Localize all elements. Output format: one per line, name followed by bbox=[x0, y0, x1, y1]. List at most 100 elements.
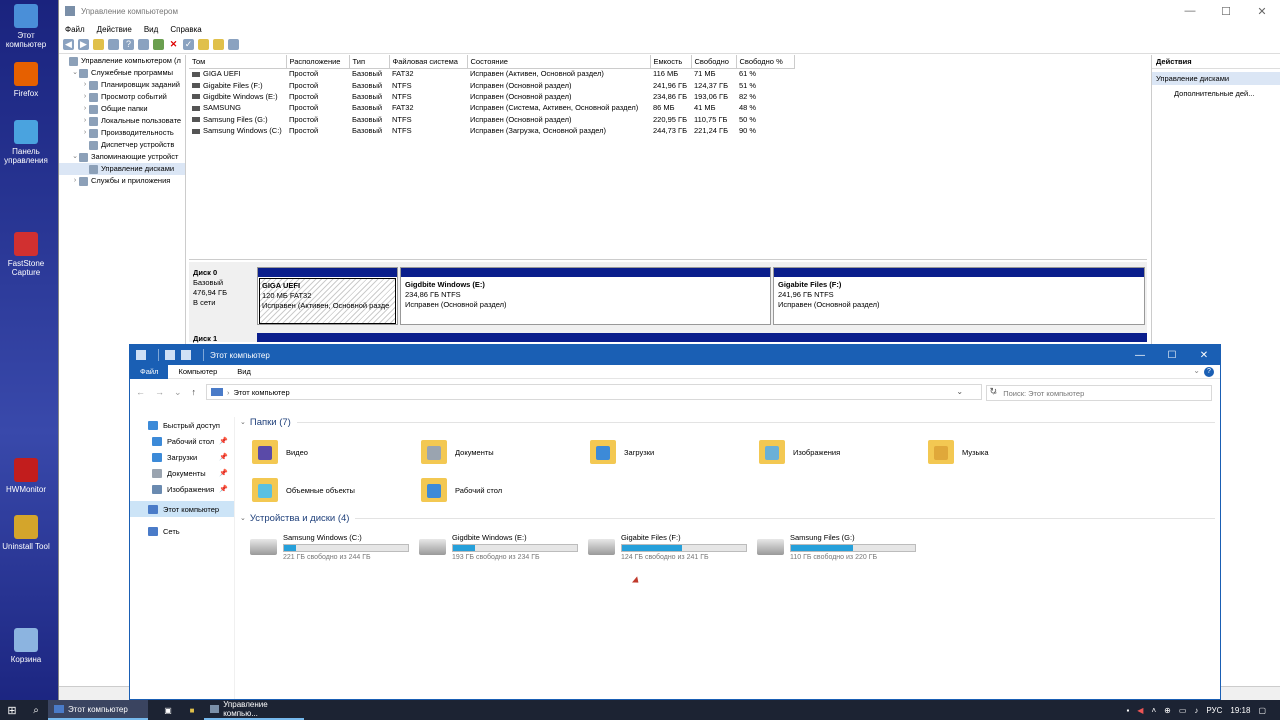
nav-item[interactable]: Изображения 📌 bbox=[130, 481, 234, 497]
tree-item[interactable]: › Службы и приложения bbox=[59, 175, 185, 187]
properties-icon[interactable] bbox=[165, 350, 175, 360]
check-icon[interactable]: ✓ bbox=[183, 39, 194, 50]
address-dropdown-icon[interactable]: ⌄ bbox=[956, 387, 963, 396]
drive-item[interactable]: Samsung Windows (C:) 221 ГБ свободно из 2… bbox=[240, 529, 409, 565]
help-icon[interactable]: ? bbox=[123, 39, 134, 50]
up-folder-icon[interactable] bbox=[93, 39, 104, 50]
table-row[interactable]: Samsung Windows (C:) Простой Базовый NTFS Ис… bbox=[189, 125, 794, 136]
explorer-title-bar[interactable]: Этот компьютер — ☐ ✕ bbox=[130, 345, 1220, 365]
column-header[interactable]: Состояние bbox=[467, 55, 651, 69]
menu-item[interactable]: Файл bbox=[65, 25, 85, 34]
tree-item[interactable]: › Локальные пользовате bbox=[59, 115, 185, 127]
camera-icon[interactable]: ▪ bbox=[1126, 706, 1129, 715]
table-row[interactable]: Samsung Files (G:) Простой Базовый NTFS Испр… bbox=[189, 114, 794, 125]
tree-item[interactable]: ⌄ Запоминающие устройст bbox=[59, 151, 185, 163]
tree-item[interactable]: Управление компьютером (л bbox=[59, 55, 185, 67]
up-arrow-icon[interactable]: ↑ bbox=[192, 387, 197, 397]
forward-arrow-icon[interactable]: → bbox=[155, 387, 164, 397]
desktop-icon[interactable]: HWMonitor bbox=[0, 458, 52, 494]
drives-group-header[interactable]: ⌄ Устройства и диски (4) bbox=[240, 511, 1215, 525]
search-icon[interactable] bbox=[213, 39, 224, 50]
folder-item[interactable]: Загрузки bbox=[578, 433, 747, 471]
table-row[interactable]: Gigabite Files (F:) Простой Базовый NTFS Исп… bbox=[189, 79, 794, 90]
maximize-button[interactable]: ☐ bbox=[1208, 0, 1244, 22]
show-hide-tree-icon[interactable] bbox=[108, 39, 119, 50]
folder-item[interactable]: Рабочий стол bbox=[409, 471, 578, 509]
folder-item[interactable]: Документы bbox=[409, 433, 578, 471]
minimize-button[interactable]: — bbox=[1172, 0, 1208, 22]
maximize-button[interactable]: ☐ bbox=[1156, 345, 1188, 365]
chevron-up-icon[interactable]: ˄ bbox=[1151, 706, 1156, 715]
back-arrow-icon[interactable]: ← bbox=[136, 387, 145, 397]
notifications-icon[interactable]: ▢ bbox=[1258, 706, 1266, 715]
tree-item[interactable]: › Планировщик заданий bbox=[59, 79, 185, 91]
help-icon[interactable]: ? bbox=[1204, 367, 1214, 377]
windows-start-icon[interactable]: ⊞ bbox=[0, 704, 24, 717]
expand-chevron-icon[interactable]: › bbox=[81, 115, 89, 127]
more-actions-item[interactable]: Дополнительные дей... bbox=[1152, 87, 1280, 101]
desktop-icon[interactable]: Корзина bbox=[0, 628, 52, 664]
expand-chevron-icon[interactable]: › bbox=[81, 103, 89, 115]
folder-item[interactable]: Видео bbox=[240, 433, 409, 471]
clock[interactable]: 19:18 bbox=[1230, 706, 1250, 715]
folders-group-header[interactable]: ⌄ Папки (7) bbox=[240, 415, 1215, 429]
disk-1-label[interactable]: Диск 1 bbox=[193, 334, 217, 343]
ribbon-tab[interactable]: Файл bbox=[130, 364, 169, 379]
menu-item[interactable]: Справка bbox=[170, 25, 201, 34]
chevron-down-icon[interactable]: ⌄ bbox=[1193, 366, 1200, 375]
folder-item[interactable]: Объемные объекты bbox=[240, 471, 409, 509]
column-header[interactable]: Свободно % bbox=[736, 55, 795, 69]
column-header[interactable]: Свободно bbox=[691, 55, 737, 69]
tree-item[interactable]: Диспетчер устройств bbox=[59, 139, 185, 151]
pin-icon[interactable]: 📌 bbox=[219, 469, 228, 477]
column-header[interactable]: Том bbox=[189, 55, 287, 69]
recent-chevron-icon[interactable]: ⌄ bbox=[174, 387, 182, 398]
folder-item[interactable]: Музыка bbox=[916, 433, 1085, 471]
disk-0-label[interactable]: Диск 0 Базовый 476,94 ГБ В сети bbox=[193, 268, 253, 308]
properties-icon[interactable] bbox=[138, 39, 149, 50]
nav-item[interactable]: Документы 📌 bbox=[130, 465, 234, 481]
app-icon[interactable]: ■ bbox=[180, 706, 204, 715]
tree-item[interactable]: › Просмотр событий bbox=[59, 91, 185, 103]
drive-item[interactable]: Gigdbite Windows (E:) 193 ГБ свободно из … bbox=[409, 529, 578, 565]
column-header[interactable]: Емкость bbox=[650, 55, 692, 69]
ribbon-tab[interactable]: Компьютер bbox=[168, 365, 227, 379]
notification-arrow-icon[interactable]: ◀ bbox=[1137, 706, 1143, 715]
delete-icon[interactable]: ✕ bbox=[168, 39, 179, 50]
expand-chevron-icon[interactable]: › bbox=[81, 127, 89, 139]
expand-chevron-icon[interactable]: › bbox=[81, 79, 89, 91]
nav-item[interactable]: Быстрый доступ bbox=[130, 417, 234, 433]
tree-item[interactable]: ⌄ Служебные программы bbox=[59, 67, 185, 79]
desktop-icon[interactable]: Панель управления bbox=[0, 120, 52, 165]
back-icon[interactable]: ◀ bbox=[63, 39, 74, 50]
nav-item[interactable]: Рабочий стол 📌 bbox=[130, 433, 234, 449]
open-icon[interactable] bbox=[198, 39, 209, 50]
actions-section[interactable]: Управление дисками bbox=[1152, 72, 1280, 85]
desktop-icon[interactable]: Uninstall Tool bbox=[0, 515, 52, 551]
ribbon-tab[interactable]: Вид bbox=[227, 365, 261, 379]
mmc-title-bar[interactable]: Управление компьютером — ☐ ✕ bbox=[59, 0, 1280, 22]
desktop-icon[interactable]: Этот компьютер bbox=[0, 4, 52, 49]
connect-icon[interactable] bbox=[153, 39, 164, 50]
new-folder-icon[interactable] bbox=[181, 350, 191, 360]
table-row[interactable]: GIGA UEFI Простой Базовый FAT32 Исправен (Ак… bbox=[189, 68, 794, 79]
column-header[interactable]: Тип bbox=[349, 55, 390, 69]
language-indicator[interactable]: РУС bbox=[1206, 706, 1222, 715]
taskbar-this-pc[interactable]: Этот компьютер bbox=[48, 700, 148, 720]
partition-gigabite-files[interactable]: Gigabite Files (F:) 241,96 ГБ NTFS Испра… bbox=[773, 267, 1145, 325]
safely-remove-icon[interactable]: ▭ bbox=[1179, 706, 1187, 715]
column-header[interactable]: Расположение bbox=[286, 55, 350, 69]
column-header[interactable]: Файловая система bbox=[389, 55, 468, 69]
search-icon[interactable]: ⌕ bbox=[24, 705, 48, 716]
partition-gigdbite-windows[interactable]: Gigdbite Windows (E:) 234,86 ГБ NTFS Исп… bbox=[400, 267, 771, 325]
expand-chevron-icon[interactable]: › bbox=[81, 91, 89, 103]
folder-item[interactable]: Изображения bbox=[747, 433, 916, 471]
tree-item[interactable]: › Производительность bbox=[59, 127, 185, 139]
taskbar-computer-management[interactable]: Управление компью... bbox=[204, 700, 304, 720]
partition-giga-uefi[interactable]: GIGA UEFI 120 МБ FAT32 Исправен (Активен… bbox=[257, 267, 398, 325]
drive-item[interactable]: Samsung Files (G:) 110 ГБ свободно из 220… bbox=[747, 529, 916, 565]
volume-icon[interactable]: ♪ bbox=[1194, 706, 1198, 715]
desktop-icon[interactable]: Firefox bbox=[0, 62, 52, 98]
pin-icon[interactable]: 📌 bbox=[219, 453, 228, 461]
desktop-icon[interactable]: FastStone Capture bbox=[0, 232, 52, 277]
